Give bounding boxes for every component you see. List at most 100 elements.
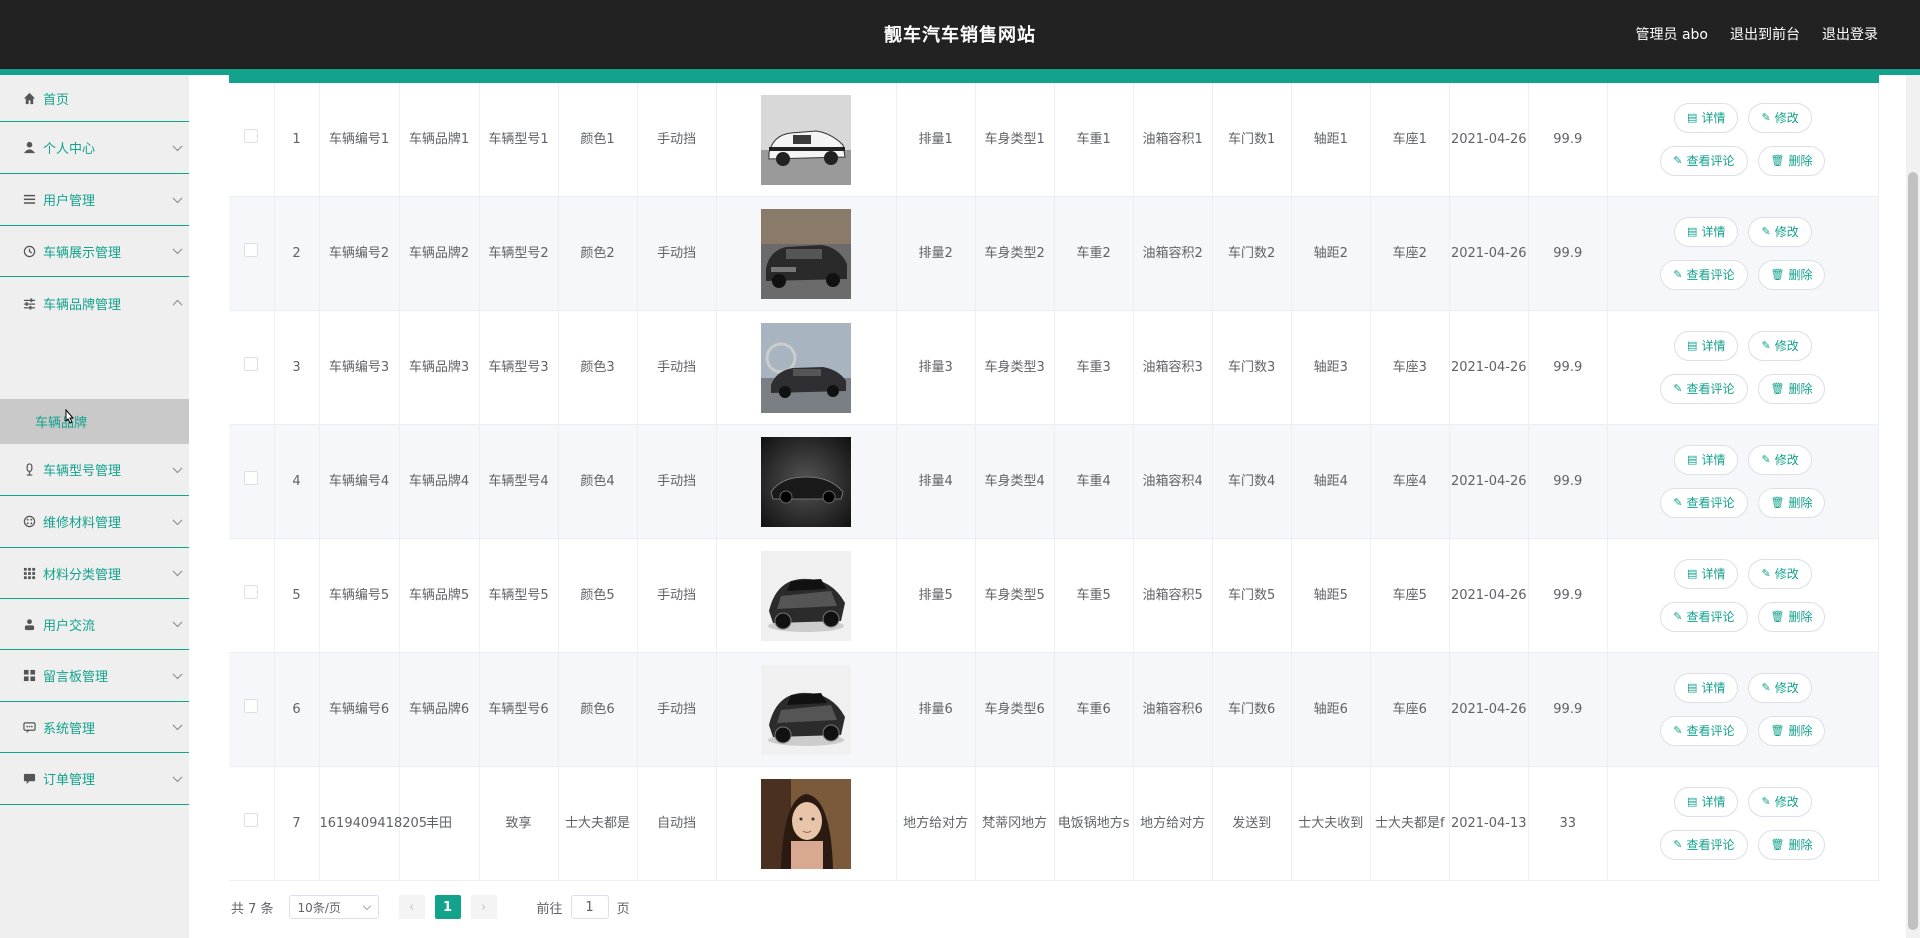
edit-button[interactable]: ✎ 修改 (1748, 331, 1812, 361)
submenu-item-car-brand[interactable]: 车辆品牌 (0, 399, 189, 444)
detail-button[interactable]: ▤ 详情 (1674, 673, 1739, 703)
cell-weight: 车重4 (1054, 424, 1134, 539)
trash-icon: 🗑 (1770, 610, 1785, 623)
cell-body-type: 车身类型3 (975, 310, 1055, 425)
sidebar-item-message-board[interactable]: 留言板管理 (0, 650, 189, 702)
detail-button[interactable]: ▤ 详情 (1674, 445, 1739, 475)
sidebar-item-material-category[interactable]: 材料分类管理 (0, 548, 189, 599)
exit-to-front-link[interactable]: 退出到前台 (1730, 24, 1800, 44)
view-comments-button[interactable]: ✎ 查看评论 (1660, 146, 1748, 176)
row-checkbox[interactable] (244, 357, 259, 371)
delete-button[interactable]: 🗑 删除 (1757, 716, 1826, 746)
detail-label: 详情 (1701, 681, 1726, 695)
cell-tank: 油箱容积2 (1133, 196, 1213, 311)
site-title: 靓车汽车销售网站 (884, 25, 1036, 46)
cell-brand: 车辆品牌3 (399, 310, 480, 425)
view-comments-button[interactable]: ✎ 查看评论 (1660, 488, 1748, 518)
edit-button[interactable]: ✎ 修改 (1748, 217, 1812, 247)
detail-button[interactable]: ▤ 详情 (1674, 331, 1739, 361)
sidebar-item-label: 个人中心 (43, 142, 96, 157)
comments-label: 查看评论 (1686, 268, 1735, 282)
sidebar-item-car-display[interactable]: 车辆展示管理 (0, 226, 189, 277)
chevron-up-icon (172, 299, 183, 310)
detail-label: 详情 (1701, 339, 1726, 353)
logout-link[interactable]: 退出登录 (1822, 24, 1878, 44)
next-page-button[interactable]: › (470, 895, 497, 919)
sidebar-item-order-management[interactable]: 订单管理 (0, 753, 189, 805)
cell-tank: 油箱容积6 (1133, 652, 1213, 767)
cell-operations: ▤ 详情 ✎ 修改 ✎ 查看评论 🗑 删除 (1607, 538, 1880, 653)
delete-button[interactable]: 🗑 删除 (1757, 146, 1826, 176)
edit-button[interactable]: ✎ 修改 (1748, 559, 1812, 589)
car-image[interactable] (761, 436, 852, 527)
row-checkbox-cell (229, 766, 275, 881)
delete-button[interactable]: 🗑 删除 (1757, 830, 1826, 860)
detail-button[interactable]: ▤ 详情 (1674, 103, 1739, 133)
edit-button[interactable]: ✎ 修改 (1748, 787, 1812, 817)
row-checkbox[interactable] (244, 699, 259, 713)
edit-button[interactable]: ✎ 修改 (1748, 103, 1812, 133)
detail-label: 详情 (1701, 111, 1726, 125)
page-size-value: 10条/页 (297, 900, 341, 915)
view-comments-button[interactable]: ✎ 查看评论 (1660, 374, 1748, 404)
view-comments-button[interactable]: ✎ 查看评论 (1660, 716, 1748, 746)
detail-button[interactable]: ▤ 详情 (1674, 559, 1739, 589)
sidebar-item-model-management[interactable]: 车辆型号管理 (0, 444, 189, 496)
delete-button[interactable]: 🗑 删除 (1757, 488, 1826, 518)
scrollbar-thumb[interactable] (1908, 172, 1918, 930)
row-checkbox[interactable] (244, 129, 259, 143)
sidebar-item-home[interactable]: 首页 (0, 75, 189, 122)
sidebar-item-system-management[interactable]: 系统管理 (0, 702, 189, 753)
cell-body-type: 车身类型1 (975, 83, 1055, 197)
view-comments-button[interactable]: ✎ 查看评论 (1660, 260, 1748, 290)
sidebar-item-repair-materials[interactable]: 维修材料管理 (0, 496, 189, 548)
cell-body-type: 车身类型5 (975, 538, 1055, 653)
cell-model: 车辆型号1 (479, 83, 559, 197)
cell-wheelbase: 轴距3 (1291, 310, 1371, 425)
edit-icon: ✎ (1673, 838, 1683, 851)
cell-operations: ▤ 详情 ✎ 修改 ✎ 查看评论 🗑 删除 (1607, 766, 1880, 881)
detail-button[interactable]: ▤ 详情 (1674, 217, 1739, 247)
sidebar-item-personal-center[interactable]: 个人中心 (0, 122, 189, 174)
cell-price: 99.9 (1528, 652, 1608, 767)
car-table: 1 车辆编号1 车辆品牌1 车辆型号1 颜色1 手动挡 排量1 车身类型1 车重1 油箱容积1 车门… (229, 83, 1880, 881)
delete-button[interactable]: 🗑 删除 (1757, 602, 1826, 632)
row-checkbox[interactable] (244, 585, 259, 599)
cell-code: 车辆编号2 (319, 196, 400, 311)
cell-brand: 车辆品牌1 (399, 83, 480, 197)
cell-displacement: 地方给对方 (896, 766, 976, 881)
cell-price: 99.9 (1528, 538, 1608, 653)
chevron-right-icon: › (480, 899, 487, 915)
page-size-select[interactable]: 10条/页 (288, 895, 379, 919)
cell-date: 2021-04-26 (1449, 424, 1529, 539)
cell-operations: ▤ 详情 ✎ 修改 ✎ 查看评论 🗑 删除 (1607, 652, 1880, 767)
comments-label: 查看评论 (1686, 382, 1735, 396)
edit-label: 修改 (1774, 681, 1799, 695)
row-checkbox[interactable] (244, 243, 259, 257)
prev-page-button[interactable]: ‹ (398, 895, 425, 919)
delete-button[interactable]: 🗑 删除 (1757, 374, 1826, 404)
view-comments-button[interactable]: ✎ 查看评论 (1660, 830, 1748, 860)
row-checkbox-cell (229, 652, 275, 767)
detail-button[interactable]: ▤ 详情 (1674, 787, 1739, 817)
goto-page-input[interactable]: 1 (570, 895, 609, 919)
table-row: 7 1619409418205 丰田 致享 士大夫都是 自动挡 地方给对方 梵蒂冈地方 电饭锅地… (229, 766, 1880, 881)
car-image[interactable] (761, 94, 852, 185)
car-image[interactable] (761, 664, 852, 755)
edit-button[interactable]: ✎ 修改 (1748, 673, 1812, 703)
car-image[interactable] (761, 778, 852, 869)
sidebar-item-brand-management[interactable]: 车辆品牌管理 (0, 277, 189, 329)
row-checkbox[interactable] (244, 471, 259, 485)
sidebar-item-user-management[interactable]: 用户管理 (0, 174, 189, 226)
car-image[interactable] (761, 322, 852, 413)
car-image[interactable] (761, 208, 852, 299)
delete-button[interactable]: 🗑 删除 (1757, 260, 1826, 290)
page-number-button[interactable]: 1 (434, 895, 461, 919)
car-image[interactable] (761, 550, 852, 641)
row-checkbox[interactable] (244, 813, 259, 827)
cell-code: 车辆编号1 (319, 83, 400, 197)
sidebar-item-user-exchange[interactable]: 用户交流 (0, 599, 189, 650)
comments-label: 查看评论 (1686, 838, 1735, 852)
edit-button[interactable]: ✎ 修改 (1748, 445, 1812, 475)
view-comments-button[interactable]: ✎ 查看评论 (1660, 602, 1748, 632)
